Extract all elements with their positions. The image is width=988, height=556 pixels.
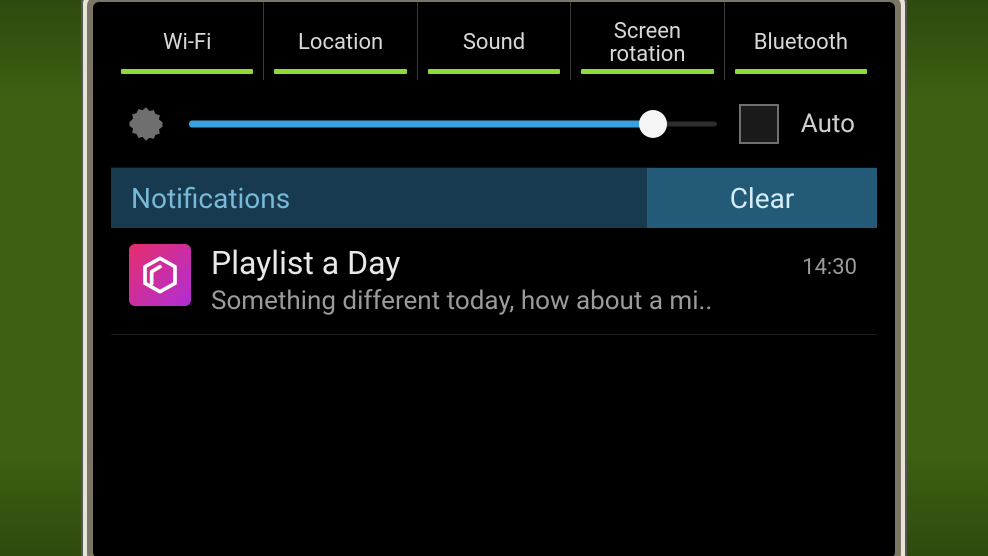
phone-bezel: Wi-Fi Location Sound Screen rotation bbox=[93, 2, 895, 556]
notifications-title: Notifications bbox=[111, 168, 647, 228]
active-indicator bbox=[581, 69, 713, 74]
quick-settings-row: Wi-Fi Location Sound Screen rotation bbox=[111, 2, 877, 80]
quick-toggle-label: Wi-Fi bbox=[163, 31, 211, 54]
quick-toggle-location[interactable]: Location bbox=[264, 2, 417, 80]
notification-app-name: Playlist a Day bbox=[211, 244, 400, 282]
active-indicator bbox=[274, 69, 406, 74]
quick-toggle-label: Bluetooth bbox=[754, 31, 848, 54]
auto-brightness-checkbox[interactable] bbox=[739, 104, 779, 144]
quick-toggle-label: Sound bbox=[463, 31, 525, 54]
phone-frame-inner: Wi-Fi Location Sound Screen rotation bbox=[87, 0, 901, 556]
quick-toggle-sound[interactable]: Sound bbox=[418, 2, 571, 80]
quick-toggle-screen-rotation[interactable]: Screen rotation bbox=[571, 2, 724, 80]
notifications-header: Notifications Clear bbox=[111, 168, 877, 228]
notification-text: Something different today, how about a m… bbox=[211, 282, 857, 316]
brightness-slider[interactable] bbox=[189, 109, 717, 139]
notification-time: 14:30 bbox=[802, 255, 857, 280]
clear-button[interactable]: Clear bbox=[647, 168, 877, 228]
slider-thumb[interactable] bbox=[639, 110, 667, 138]
active-indicator bbox=[428, 69, 560, 74]
phone-frame: Wi-Fi Location Sound Screen rotation bbox=[81, 0, 907, 556]
notification-body: Playlist a Day 14:30 Something different… bbox=[211, 244, 857, 316]
brightness-row: Auto bbox=[111, 80, 877, 168]
quick-toggle-label: Location bbox=[298, 31, 383, 54]
active-indicator bbox=[121, 69, 253, 74]
quick-toggle-bluetooth[interactable]: Bluetooth bbox=[725, 2, 877, 80]
auto-brightness-label: Auto bbox=[801, 109, 855, 139]
gear-icon bbox=[125, 103, 167, 145]
screen: Wi-Fi Location Sound Screen rotation bbox=[111, 2, 877, 556]
notification-item[interactable]: Playlist a Day 14:30 Something different… bbox=[111, 228, 877, 335]
quick-toggle-label: Screen rotation bbox=[609, 20, 685, 66]
active-indicator bbox=[735, 69, 867, 74]
quick-toggle-wifi[interactable]: Wi-Fi bbox=[111, 2, 264, 80]
slider-fill bbox=[189, 120, 653, 127]
app-icon bbox=[129, 244, 191, 306]
